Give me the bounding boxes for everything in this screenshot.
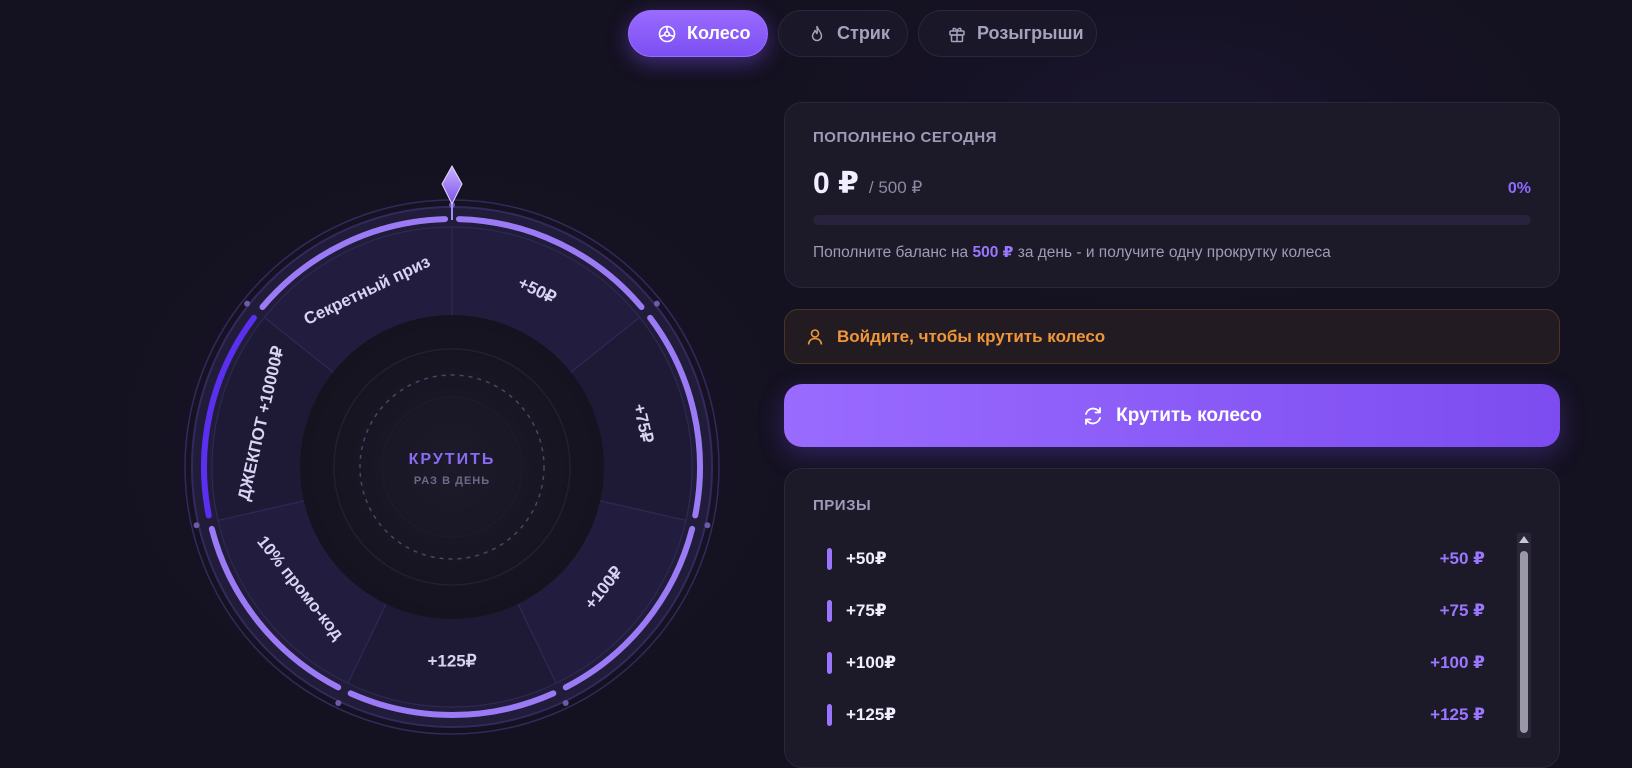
login-alert-text: Войдите, чтобы крутить колесо xyxy=(837,326,1106,346)
deposit-percent: 0% xyxy=(1507,180,1531,197)
prize-row: +100₽ +100 ₽ xyxy=(827,637,1485,689)
rim-dot xyxy=(193,522,200,529)
prize-value: +125 ₽ xyxy=(1430,705,1485,724)
wheel-graphic: +50₽+75₽+100₽+125₽10% промо-кодДЖЕКПОТ +… xyxy=(184,164,720,735)
refresh-icon xyxy=(1082,405,1104,427)
tab-draws-label: Розыгрыши xyxy=(977,23,1084,43)
rim-dot xyxy=(704,522,711,529)
hint-suffix: за день - и получите одну прокрутку коле… xyxy=(1017,244,1331,261)
prize-marker xyxy=(827,600,832,622)
rim-dot xyxy=(653,300,660,307)
daily-deposit-title: ПОПОЛНЕНО СЕГОДНЯ xyxy=(813,129,997,146)
prizes-title: ПРИЗЫ xyxy=(813,497,872,514)
gift-icon xyxy=(947,24,967,44)
prize-marker xyxy=(827,548,832,570)
hub-spin-label: КРУТИТЬ xyxy=(409,451,496,468)
deposited-amount: 0 ₽ xyxy=(813,167,859,200)
tab-draws[interactable]: Розыгрыши xyxy=(918,10,1097,57)
prize-name: +100₽ xyxy=(846,653,897,672)
prize-row: +125₽ +125 ₽ xyxy=(827,689,1485,741)
prize-marker xyxy=(827,704,832,726)
wheel-segment-label: +125₽ xyxy=(427,651,476,670)
prize-row: +50₽ +50 ₽ xyxy=(827,533,1485,585)
hint-prefix: Пополните баланс на xyxy=(813,244,969,261)
rim-dot xyxy=(562,700,569,707)
prize-value: +75 ₽ xyxy=(1439,601,1485,620)
deposit-goal: / 500 ₽ xyxy=(868,178,923,197)
spin-wheel-button[interactable]: Крутить колесо xyxy=(784,384,1560,447)
prize-marker xyxy=(827,652,832,674)
deposit-progress-bar xyxy=(813,215,1531,225)
hub-subtitle: РАЗ В ДЕНЬ xyxy=(414,475,490,487)
rim-dot xyxy=(244,300,251,307)
prize-list: +50₽ +50 ₽ +75₽ +75 ₽ +100₽ +100 ₽ +125₽… xyxy=(827,533,1485,741)
scroll-up-arrow-icon[interactable] xyxy=(1517,533,1531,547)
prizes-panel: ПРИЗЫ +50₽ +50 ₽ +75₽ +75 ₽ +100₽ +100 ₽… xyxy=(784,468,1560,768)
tab-wheel[interactable]: Колесо xyxy=(628,10,768,57)
prize-name: +75₽ xyxy=(846,601,887,620)
prize-wheel: +50₽ +75₽ +100₽ +125₽ 10% промо-код ДЖЕКПОТ +… xyxy=(182,160,722,740)
prize-name: +125₽ xyxy=(846,705,897,724)
prize-value: +100 ₽ xyxy=(1430,653,1485,672)
flame-icon xyxy=(807,24,827,44)
prize-value: +50 ₽ xyxy=(1439,549,1485,568)
login-alert[interactable]: Войдите, чтобы крутить колесо xyxy=(784,309,1560,364)
prize-list-scrollbar[interactable] xyxy=(1517,533,1531,738)
wheel-icon xyxy=(657,24,677,44)
daily-deposit-panel: ПОПОЛНЕНО СЕГОДНЯ 0 ₽ / 500 ₽ 0% Пополни… xyxy=(784,102,1560,288)
scroll-thumb[interactable] xyxy=(1520,551,1528,733)
prize-name: +50₽ xyxy=(846,549,887,568)
prize-row: +75₽ +75 ₽ xyxy=(827,585,1485,637)
spin-wheel-label: Крутить колесо xyxy=(1116,404,1262,426)
hint-amount: 500 ₽ xyxy=(972,244,1014,261)
tab-streak[interactable]: Стрик xyxy=(778,10,908,57)
deposit-hint: Пополните баланс на 500 ₽ за день - и по… xyxy=(813,243,1531,262)
tab-wheel-label: Колесо xyxy=(687,23,751,43)
user-icon xyxy=(805,327,825,347)
tab-streak-label: Стрик xyxy=(837,23,890,43)
rim-dot xyxy=(335,700,342,707)
mode-tabs: Колесо Стрик Розыгрыши xyxy=(628,10,1097,57)
